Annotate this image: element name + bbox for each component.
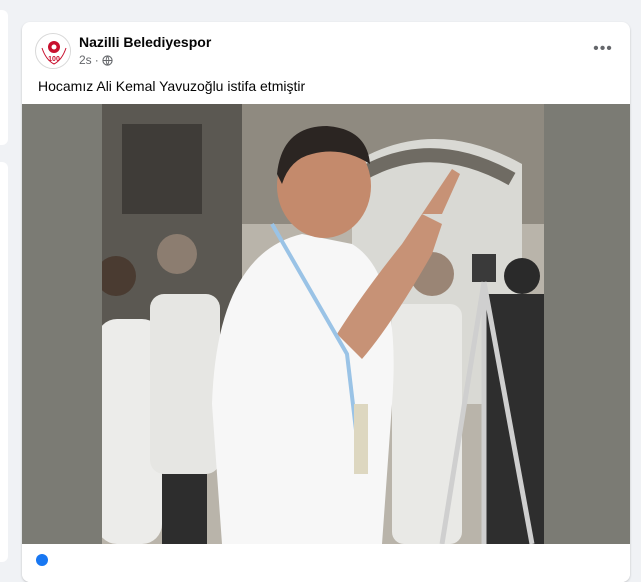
card-edge-top (0, 10, 8, 145)
post-meta: 2s · (79, 53, 113, 67)
card-edge-bottom (0, 162, 8, 562)
author-name[interactable]: Nazilli Belediyespor (79, 34, 211, 50)
post-time[interactable]: 2s (79, 53, 92, 67)
more-options-button[interactable]: ••• (590, 36, 616, 62)
post-media[interactable] (22, 104, 630, 544)
post-header: 100 Nazilli Belediyespor 2s · ••• (22, 22, 630, 76)
coach-photo[interactable] (102, 104, 544, 544)
previous-cards-edge (0, 0, 8, 562)
more-options-icon: ••• (593, 40, 613, 57)
feed-post: 100 Nazilli Belediyespor 2s · ••• Hocamı… (22, 22, 630, 582)
photo-illustration (102, 104, 544, 544)
like-reaction-icon[interactable] (36, 554, 48, 566)
club-logo-icon: 100 (37, 35, 70, 68)
globe-icon (102, 54, 113, 66)
logo-badge-text: 100 (48, 56, 60, 63)
post-caption: Hocamız Ali Kemal Yavuzoğlu istifa etmiş… (38, 78, 306, 94)
avatar[interactable]: 100 (35, 33, 71, 69)
post-footer (22, 544, 630, 582)
meta-separator: · (94, 53, 99, 67)
